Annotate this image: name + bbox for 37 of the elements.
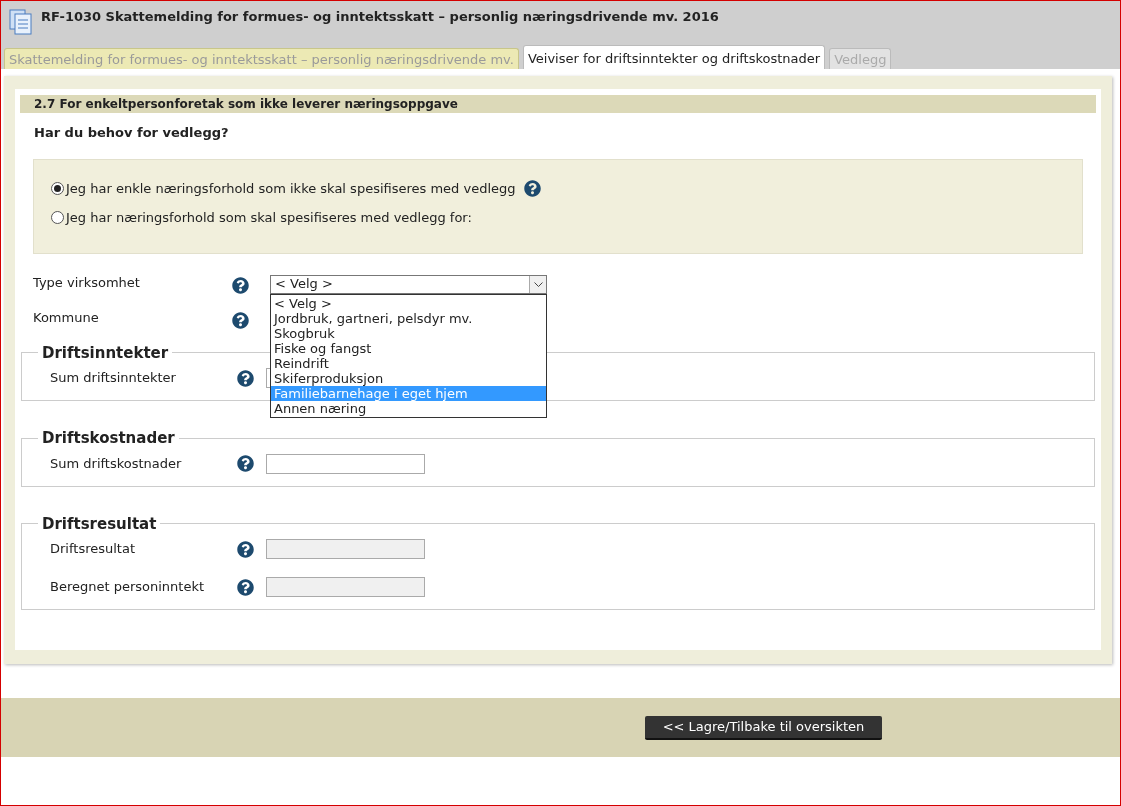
help-icon[interactable] — [237, 578, 254, 596]
section-title: 2.7 For enkeltpersonforetak som ikke leverer næringsoppgave — [34, 96, 458, 113]
help-icon[interactable] — [232, 276, 249, 294]
dropdown-option[interactable]: Reindrift — [271, 355, 546, 371]
radio-label[interactable]: Jeg har næringsforhold som skal spesifiseres med vedlegg for: — [66, 208, 472, 228]
chevron-down-icon — [533, 281, 543, 287]
field-label: Sum driftskostnader — [50, 454, 183, 473]
help-icon[interactable] — [523, 179, 541, 197]
select-field[interactable]: < Velg > — [270, 274, 547, 294]
group-title: Driftsresultat — [41, 513, 158, 535]
radio-button[interactable] — [51, 181, 64, 195]
dropdown-button[interactable] — [529, 275, 546, 293]
dropdown-option[interactable]: Jordbruk, gartneri, pelsdyr mv. — [271, 310, 546, 326]
radio-button[interactable] — [51, 211, 64, 225]
help-icon[interactable] — [237, 540, 254, 558]
help-icon[interactable] — [232, 311, 249, 329]
dropdown-option[interactable]: Fiske og fangst — [271, 340, 546, 356]
save-back-button[interactable]: << Lagre/Tilbake til oversikten — [644, 715, 883, 740]
radio-label[interactable]: Jeg har enkle næringsforhold som ikke skal spesifiseres med vedlegg — [66, 178, 516, 198]
field-label: Beregnet personinntekt — [50, 578, 206, 597]
dropdown-option[interactable]: Annen næring — [271, 400, 546, 416]
field-label: Type virksomhet — [33, 273, 141, 292]
field-label: Kommune — [33, 308, 100, 327]
window-title: RF-1030 Skattemelding for formues- og inntektsskatt – personlig næringsdrivende mv. 2016 — [41, 8, 719, 26]
dropdown-option[interactable]: < Velg > — [271, 295, 546, 311]
group-title: Driftskostnader — [41, 428, 176, 449]
help-icon[interactable] — [237, 455, 254, 472]
input-field[interactable] — [266, 453, 425, 474]
question: Har du behov for vedlegg? — [33, 124, 230, 142]
field-label: Driftsresultat — [50, 540, 137, 559]
document-icon — [9, 9, 33, 35]
tab[interactable]: Veiviser for driftsinntekter og driftskostnader — [522, 45, 826, 69]
dropdown-option[interactable]: Skogbruk — [271, 325, 546, 341]
group-title: Driftsinntekter — [41, 342, 170, 364]
field-label: Sum driftsinntekter — [50, 369, 177, 388]
dropdown-option[interactable]: Skiferproduksjon — [271, 370, 546, 386]
help-icon[interactable] — [237, 369, 254, 387]
